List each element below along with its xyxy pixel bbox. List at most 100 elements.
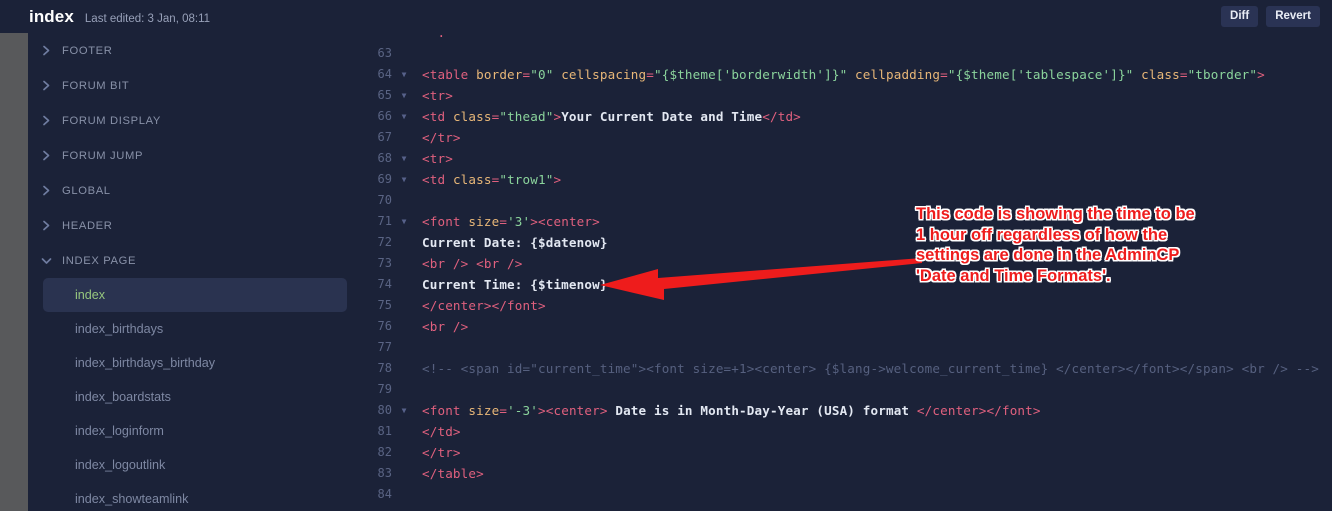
code-editor[interactable]: .6364▼<table border="0" cellspacing="{$t… (360, 33, 1332, 511)
line-number: 75 (377, 298, 392, 312)
fold-toggle-icon[interactable]: ▼ (399, 64, 409, 85)
line-number: 78 (377, 361, 392, 375)
code-token: = (499, 214, 508, 229)
code-line: 71 ▼ <font size='3'><center> (360, 211, 1332, 232)
code-line: 70 (360, 190, 1332, 211)
fold-toggle-icon[interactable]: ▼ (399, 148, 409, 169)
sidebar-item-label: index_birthdays_birthday (75, 356, 216, 370)
sidebar-item-index_showteamlink[interactable]: index_showteamlink (43, 482, 347, 511)
code-token: <tr> (422, 88, 453, 103)
sidebar-group-forum-bit[interactable]: FORUM BIT (28, 68, 360, 103)
code-line: 67 </tr> (360, 127, 1332, 148)
sidebar-item-index_boardstats[interactable]: index_boardstats (43, 380, 347, 414)
code-token: </table> (422, 466, 484, 481)
fold-toggle-icon[interactable]: ▼ (399, 211, 409, 232)
code-token: <td (422, 172, 453, 187)
code-token: <font (422, 214, 469, 229)
code-token: ><center> (530, 214, 600, 229)
sidebar-group-label: FORUM JUMP (62, 149, 144, 162)
sidebar-group-global[interactable]: GLOBAL (28, 173, 360, 208)
code-line: 73 <br /> <br /> (360, 253, 1332, 274)
line-number: 77 (377, 340, 392, 354)
code-text: </table> (422, 463, 484, 484)
code-token: "tborder" (1187, 67, 1258, 82)
code-token: <br /> <br /> (422, 256, 523, 271)
code-token: </tr> (422, 445, 461, 460)
line-number: 76 (377, 319, 392, 333)
sidebar-item-index_birthdays_birthday[interactable]: index_birthdays_birthday (43, 346, 347, 380)
code-token: "{$theme['tablespace']}" (947, 67, 1134, 82)
code-text: Current Time: {$timenow} (422, 274, 608, 295)
sidebar-group-index-page[interactable]: INDEX PAGE (28, 243, 360, 278)
code-line: 83 </table> (360, 463, 1332, 484)
sidebar-item-label: index_loginform (75, 424, 164, 438)
code-line: 79 (360, 379, 1332, 400)
code-text: <table border="0" cellspacing="{$theme['… (422, 64, 1265, 85)
sidebar-group-label: INDEX PAGE (62, 254, 137, 267)
code-line: 63 (360, 43, 1332, 64)
code-line: 82 </tr> (360, 442, 1332, 463)
code-line: 78 <!-- <span id="current_time"><font siz… (360, 358, 1332, 379)
code-token: = (646, 67, 654, 82)
sidebar-group-label: FORUM BIT (62, 79, 130, 92)
sidebar-item-index_loginform[interactable]: index_loginform (43, 414, 347, 448)
line-number: 84 (377, 487, 392, 501)
code-token: Date is in Month-Day-Year (USA) format (615, 403, 917, 418)
code-line: 80 ▼ <font size='-3'><center> Date is in M… (360, 400, 1332, 421)
sidebar-group-header[interactable]: HEADER (28, 208, 360, 243)
code-token: ><center> (538, 403, 616, 418)
line-number: 80 (377, 403, 392, 417)
sidebar-item-label: index_birthdays (75, 322, 164, 336)
code-text: Current Date: {$datenow} (422, 232, 608, 253)
code-text: </td> (422, 421, 461, 442)
code-token: border (476, 67, 523, 82)
sidebar-group-label: GLOBAL (62, 184, 111, 197)
line-number: 72 (377, 235, 392, 249)
line-number: 65 (377, 88, 392, 102)
sidebar-item-index_logoutlink[interactable]: index_logoutlink (43, 448, 347, 482)
sidebar-group-forum-display[interactable]: FORUM DISPLAY (28, 103, 360, 138)
code-text: <font size='3'><center> (422, 211, 600, 232)
diff-button[interactable]: Diff (1221, 5, 1259, 28)
sidebar-item-index_birthdays[interactable]: index_birthdays (43, 312, 347, 346)
fold-toggle-icon[interactable]: ▼ (399, 85, 409, 106)
code-text: <!-- <span id="current_time"><font size=… (422, 358, 1319, 379)
line-number: 67 (377, 130, 392, 144)
code-text: <font size='-3'><center> Date is in Mont… (422, 400, 1041, 421)
code-token: Your Current Date and Time (561, 109, 763, 124)
sidebar-item-label: index_logoutlink (75, 458, 166, 472)
template-sidebar: FOOTER FORUM BIT FORUM DISPLAY FORUM JUMP GL… (28, 33, 360, 511)
page-scrollbar[interactable] (0, 33, 28, 511)
fold-toggle-icon[interactable]: ▼ (399, 400, 409, 421)
code-token: = (940, 67, 948, 82)
code-token: '-3' (507, 403, 539, 418)
code-text: </tr> (422, 127, 461, 148)
sidebar-group-footer[interactable]: FOOTER (28, 33, 360, 68)
code-line: 65 ▼ <tr> (360, 85, 1332, 106)
sidebar-group-forum-jump[interactable]: FORUM JUMP (28, 138, 360, 173)
sidebar-item-label: index_boardstats (75, 390, 171, 404)
fold-toggle-icon[interactable]: ▼ (399, 106, 409, 127)
line-number: 64 (377, 67, 392, 81)
line-number: 83 (377, 466, 392, 480)
chevron-right-icon (40, 149, 53, 162)
revert-button[interactable]: Revert (1266, 5, 1320, 28)
top-bar-actions: Diff Revert (1221, 5, 1332, 28)
code-token: </center></font> (422, 298, 546, 313)
chevron-right-icon (40, 114, 53, 127)
line-number: 73 (377, 256, 392, 270)
code-token: class (1141, 67, 1180, 82)
code-line: 68 ▼ <tr> (360, 148, 1332, 169)
sidebar-group-label: FORUM DISPLAY (62, 114, 161, 127)
code-token: = (499, 403, 508, 418)
code-line: 84 (360, 484, 1332, 505)
line-number: 71 (377, 214, 392, 228)
line-number: 81 (377, 424, 392, 438)
fold-toggle-icon[interactable]: ▼ (399, 169, 409, 190)
sidebar-item-index[interactable]: index (43, 278, 347, 312)
template-tree: FOOTER FORUM BIT FORUM DISPLAY FORUM JUMP GL… (28, 33, 360, 511)
chevron-right-icon (40, 44, 53, 57)
code-token: <font (422, 403, 469, 418)
